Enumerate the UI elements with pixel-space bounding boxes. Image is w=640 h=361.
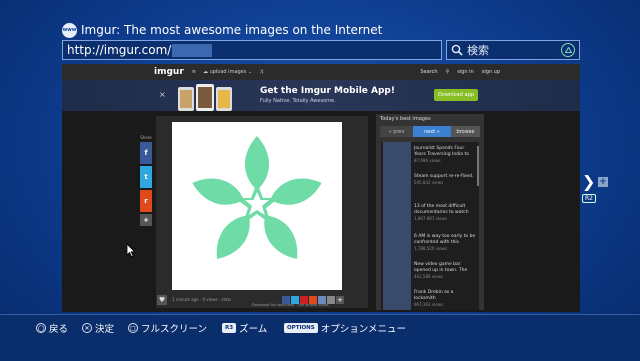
- controller-hints-bar: ◯ 戻る ✕ 決定 □ フルスクリーン R3 ズーム OPTIONS オプション…: [0, 314, 640, 361]
- upload-images-button[interactable]: ☁ upload images ⌄: [203, 69, 252, 75]
- page-title: Imgur: The most awesome images on the In…: [81, 23, 383, 37]
- list-item[interactable]: 6 AM is way too early to be confronted w…: [414, 234, 476, 252]
- best-images-panel: Today's best images « prev next » browse…: [376, 114, 484, 310]
- hint-options-label: オプションメニュー: [320, 324, 406, 335]
- banner-title: Get the Imgur Mobile App!: [260, 86, 395, 96]
- next-page-arrow-icon[interactable]: ❯: [582, 172, 595, 191]
- mouse-cursor-icon: [126, 243, 136, 258]
- imgur-logo[interactable]: imgur: [154, 67, 184, 77]
- list-item-views: 462,588 views: [414, 274, 444, 279]
- phones-image: [178, 84, 232, 111]
- list-item-title: 6 AM is way too early to be confronted w…: [414, 234, 476, 245]
- list-item-views: 967,363 views: [414, 302, 444, 307]
- list-item-views: 545,842 views: [414, 180, 444, 185]
- download-links[interactable]: Download full resolution · Get embed cod…: [252, 303, 329, 307]
- menu-icon[interactable]: ≡: [192, 69, 196, 75]
- list-scrollbar[interactable]: [477, 146, 479, 186]
- list-item-views: 1,867,987 views: [414, 216, 447, 221]
- page-title-row: www Imgur: The most awesome images on th…: [62, 20, 382, 40]
- next-tab[interactable]: next »: [413, 126, 451, 137]
- url-redacted-segment: [172, 43, 213, 57]
- imgur-nav-right: Search ⚲ sign in sign up: [420, 64, 500, 80]
- share-rail: Share f t r +: [140, 135, 152, 226]
- hint-back-label: 戻る: [49, 324, 69, 335]
- search-icon[interactable]: ⚲: [446, 69, 450, 75]
- hint-zoom-label: ズーム: [239, 324, 268, 335]
- circle-button-icon: ◯: [36, 323, 46, 333]
- browse-tab[interactable]: browse: [451, 126, 480, 137]
- url-text: http://imgur.com/: [67, 43, 172, 57]
- list-item[interactable]: Frank Drebin as a locksmith 967,363 view…: [414, 290, 476, 308]
- hint-fullscreen-label: フルスクリーン: [141, 324, 208, 335]
- share-label: Share: [140, 135, 152, 140]
- list-item-views: 1,788,520 views: [414, 246, 447, 251]
- hint-fullscreen: □ フルスクリーン: [128, 321, 207, 335]
- thumbnail-strip: [383, 142, 411, 310]
- best-images-list[interactable]: Journalist Spends Four Years Traversing …: [381, 142, 479, 310]
- sign-in-link[interactable]: sign in: [457, 69, 473, 75]
- image-meta: 1 minute ago · 0 views · stats: [172, 297, 232, 302]
- banner-close-icon[interactable]: ×: [159, 90, 166, 99]
- reddit-share-button[interactable]: r: [140, 190, 152, 212]
- banner-subtitle: Fully Native. Totally Awesome.: [260, 98, 336, 104]
- hint-back: ◯ 戻る: [36, 321, 68, 335]
- list-item[interactable]: Journalist Spends Four Years Traversing …: [414, 146, 476, 164]
- search-icon: [451, 44, 463, 56]
- hint-zoom: R3 ズーム: [222, 321, 267, 335]
- search-label: 検索: [467, 44, 489, 57]
- sign-up-link[interactable]: sign up: [482, 69, 500, 75]
- browser-viewport[interactable]: imgur ≡ ☁ upload images ⌄ ⤨ Search ⚲ sig…: [62, 64, 580, 312]
- image-footer: ♥ 1 minute ago · 0 views · stats + Downl…: [156, 292, 368, 308]
- hint-confirm: ✕ 決定: [82, 321, 114, 335]
- r2-button-label: R2: [582, 194, 596, 203]
- heart-icon[interactable]: ♥: [157, 295, 167, 305]
- list-item[interactable]: Steam support re-re-fixed. 545,842 views: [414, 174, 476, 186]
- more-share-button[interactable]: +: [140, 214, 152, 226]
- more-icon[interactable]: +: [336, 296, 344, 304]
- list-item-title: 13 of the most difficult documentaries t…: [414, 204, 469, 215]
- prev-tab[interactable]: « prev: [380, 126, 413, 137]
- list-item-title: Frank Drebin as a locksmith: [414, 290, 454, 301]
- url-bar[interactable]: http://imgur.com/: [62, 40, 442, 60]
- imgur-navbar: imgur ≡ ☁ upload images ⌄ ⤨ Search ⚲ sig…: [62, 64, 580, 80]
- triangle-button-icon[interactable]: [561, 43, 575, 57]
- cross-button-icon: ✕: [82, 323, 92, 333]
- hint-options: OPTIONS オプションメニュー: [284, 321, 406, 335]
- options-key-icon: OPTIONS: [284, 323, 318, 333]
- new-tab-plus-button[interactable]: +: [598, 177, 608, 187]
- list-item[interactable]: New video game bar opened up in town. Th…: [414, 262, 476, 280]
- best-images-title: Today's best images: [380, 116, 431, 122]
- list-item-title: Journalist Spends Four Years Traversing …: [414, 146, 470, 157]
- flower-logo-image: [188, 136, 326, 267]
- image-panel: ♥ 1 minute ago · 0 views · stats + Downl…: [156, 116, 368, 308]
- globe-icon: www: [62, 22, 77, 38]
- facebook-share-button[interactable]: f: [140, 142, 152, 164]
- shuffle-icon[interactable]: ⤨: [259, 69, 263, 75]
- upload-label: upload images: [209, 69, 247, 75]
- r3-key-icon: R3: [222, 323, 237, 333]
- list-item[interactable]: 13 of the most difficult documentaries t…: [414, 204, 476, 222]
- mobile-app-banner: × Get the Imgur Mobile App! Fully Native…: [62, 80, 580, 111]
- search-box[interactable]: 検索: [446, 40, 580, 60]
- twitter-share-button[interactable]: t: [140, 166, 152, 188]
- download-app-button[interactable]: Download app: [434, 89, 478, 101]
- post-image[interactable]: [172, 122, 342, 290]
- list-item-views: 87,696 views: [414, 158, 441, 163]
- imgur-search-link[interactable]: Search: [420, 69, 437, 75]
- square-button-icon: □: [128, 323, 138, 333]
- hint-confirm-label: 決定: [95, 324, 115, 335]
- list-item-title: New video game bar opened up in town. Th…: [414, 262, 468, 273]
